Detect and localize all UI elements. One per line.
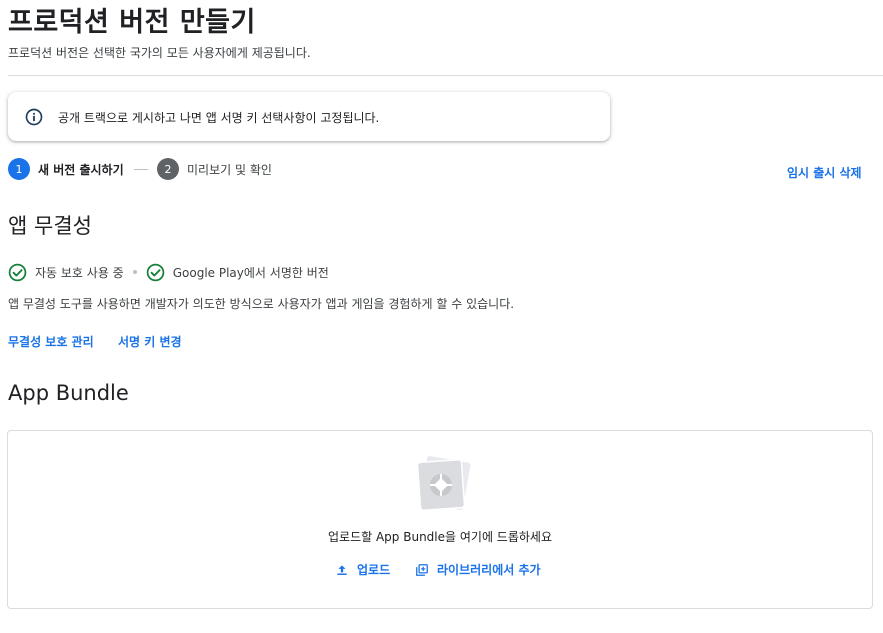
step-2-indicator: 2 [157, 158, 179, 180]
app-integrity-description: 앱 무결성 도구를 사용하면 개발자가 의도한 방식으로 사용자가 앱과 게임을… [8, 297, 515, 311]
check-circle-icon [8, 263, 27, 281]
info-banner-text: 공개 트랙으로 게시하고 나면 앱 서명 키 선택사항이 고정됩니다. [58, 111, 380, 125]
app-integrity-title: 앱 무결성 [8, 214, 92, 238]
add-from-library-button[interactable]: 라이브러리에서 추가 [415, 561, 541, 578]
upload-label: 업로드 [357, 563, 391, 577]
step-2-label: 미리보기 및 확인 [187, 163, 272, 177]
app-bundle-drop-zone[interactable]: 업로드할 App Bundle을 여기에 드롭하세요 업로드 라이브러리에서 추… [7, 430, 873, 609]
add-from-library-label: 라이브러리에서 추가 [437, 563, 541, 577]
page-subtitle: 프로덕션 버전은 선택한 국가의 모든 사용자에게 제공됩니다. [8, 46, 311, 60]
info-icon [25, 108, 43, 126]
library-add-icon [416, 563, 428, 576]
info-banner: 공개 트랙으로 게시하고 나면 앱 서명 키 선택사항이 고정됩니다. [8, 92, 610, 141]
upload-button[interactable]: 업로드 [335, 561, 390, 578]
page-title: 프로덕션 버전 만들기 [8, 7, 256, 38]
signing-status-label: Google Play에서 서명한 버전 [172, 265, 329, 280]
app-bundle-title: App Bundle [8, 381, 129, 405]
status-separator-dot [132, 270, 137, 274]
upload-icon [337, 564, 347, 575]
app-bundle-icon [416, 456, 471, 512]
check-circle-icon [146, 263, 165, 281]
protection-status-label: 자동 보호 사용 중 [35, 265, 124, 280]
header-divider [8, 75, 883, 76]
stepper-connector [134, 169, 148, 170]
integrity-status-row: 자동 보호 사용 중 Google Play에서 서명한 버전 [8, 262, 329, 282]
delete-draft-release-link[interactable]: 임시 출시 삭제 [787, 164, 862, 181]
step-1-label: 새 버전 출시하기 [38, 163, 124, 177]
manage-integrity-link[interactable]: 무결성 보호 관리 [8, 333, 94, 350]
drop-zone-instruction: 업로드할 App Bundle을 여기에 드롭하세요 [328, 530, 552, 544]
step-1-indicator: 1 [8, 158, 30, 180]
change-signing-key-link[interactable]: 서명 키 변경 [118, 333, 182, 350]
